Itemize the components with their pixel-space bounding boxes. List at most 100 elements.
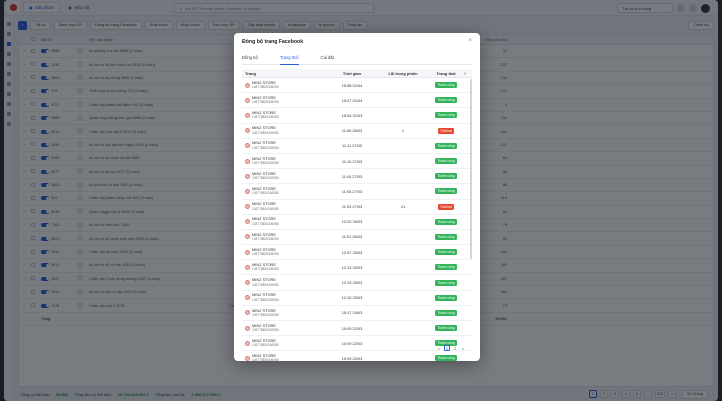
sync-page-text: MINZ STORE 108778826306988	[252, 171, 279, 181]
sync-status-cell: Thành công	[428, 142, 464, 149]
sync-row: MINZ STORE 108778826306988 11:01 26/03 Thàn…	[242, 230, 472, 246]
sync-page-id: 108778826306988	[252, 236, 279, 241]
sync-row: MINZ STORE 108778826306988 15:04 31/03 Thàn…	[242, 108, 472, 124]
sync-status-cell: Thất bại	[428, 127, 464, 134]
close-icon[interactable]: ×	[468, 38, 472, 44]
status-badge: Thành công	[435, 218, 457, 225]
sync-row: MINZ STORE 108778826306988 11:03 27/03 21 Th…	[242, 200, 472, 215]
sync-time: 11:59 28/03	[341, 128, 363, 134]
header-errors: Lỗi trong phiên	[388, 70, 418, 76]
sync-page-text: MINZ STORE 108778826306988	[252, 186, 279, 196]
sync-row: MINZ STORE 108778826306988 12:13 25/03 Thàn…	[242, 260, 472, 276]
modal-tab-0[interactable]: Đồng bộ	[242, 53, 258, 65]
status-badge: Thành công	[435, 97, 457, 104]
page-avatar-icon	[245, 143, 250, 149]
sync-status-table: Trang Thời gian Lỗi trong phiên Trạng th…	[242, 69, 472, 361]
sync-row: MINZ STORE 108778826306988 15:58 01/04 Thàn…	[242, 78, 472, 94]
sync-page-cell: MINZ STORE 108778826306988	[242, 171, 326, 181]
modal-page-0[interactable]: <	[436, 345, 442, 351]
sync-time: 15:04 31/03	[341, 112, 363, 118]
sync-table-body: MINZ STORE 108778826306988 15:58 01/04 Thàn…	[242, 78, 472, 361]
modal-tab-1[interactable]: Trạng thái	[279, 53, 299, 65]
sync-page-id: 108778826306988	[252, 221, 279, 226]
sync-page-text: MINZ STORE 108778826306988	[252, 277, 279, 287]
modal-scrollbar[interactable]	[470, 79, 472, 259]
sync-status-cell: Thành công	[428, 173, 464, 180]
sync-page-id: 108778826306988	[252, 267, 279, 272]
page-avatar-icon	[245, 234, 250, 240]
modal-tab-2[interactable]: Cài đặt	[321, 53, 334, 65]
sync-page-text: MINZ STORE 108778826306988	[252, 201, 279, 211]
sync-row: MINZ STORE 108778826306988 12:10 25/03 Thàn…	[242, 291, 472, 306]
sync-row: MINZ STORE 108778826306988 12:20 26/03 Thàn…	[242, 215, 472, 230]
modal-page-2[interactable]: 2	[452, 345, 458, 351]
sync-status-cell: Thành công	[428, 112, 464, 119]
sync-time: 10:09 22/03	[341, 325, 363, 331]
sync-status-cell: Thành công	[428, 249, 464, 256]
modal-tabs: Đồng bộ Trạng thái Cài đặt	[242, 53, 472, 65]
sync-page-cell: MINZ STORE 108778826306988	[242, 308, 326, 318]
sync-page-text: MINZ STORE 108778826306988	[252, 141, 279, 150]
sync-time: 12:10 25/03	[341, 295, 363, 301]
sync-page-id: 108778826306988	[252, 115, 279, 120]
sync-page-id: 108778826306988	[252, 343, 279, 348]
page-avatar-icon	[245, 204, 250, 210]
sync-status-cell: Thất bại	[428, 203, 464, 210]
sync-page-id: 108778826306988	[252, 100, 279, 105]
page-avatar-icon	[245, 264, 250, 270]
sync-time: 15:17 24/03	[341, 310, 363, 316]
status-badge: Thất bại	[438, 127, 454, 134]
sync-page-cell: MINZ STORE 108778826306988	[242, 80, 326, 90]
sync-page-id: 108778826306988	[252, 358, 279, 361]
header-time: Thời gian	[342, 70, 362, 76]
header-status: Trạng thái	[436, 70, 456, 76]
status-badge: Thành công	[435, 112, 457, 119]
modal-page-3[interactable]: >	[460, 345, 466, 351]
modal-page-1[interactable]: 1	[444, 345, 450, 351]
sync-page-text: MINZ STORE 108778826306988	[252, 338, 279, 348]
sync-page-text: MINZ STORE 108778826306988	[252, 353, 279, 361]
filter-icon[interactable]: ▿	[464, 71, 472, 76]
status-badge: Thành công	[435, 264, 457, 271]
sync-row: MINZ STORE 108778826306988 11:04 27/03 Thàn…	[242, 169, 472, 185]
sync-time: 12:57 25/03	[341, 249, 363, 255]
sync-page-cell: MINZ STORE 108778826306988	[242, 247, 326, 257]
sync-time: 12:13 25/03	[341, 280, 363, 286]
sync-time: 10:09 22/03	[341, 355, 363, 361]
sync-page-cell: MINZ STORE 108778826306988	[242, 156, 326, 166]
sync-status-cell: Thành công	[428, 188, 464, 195]
sync-status-cell: Thành công	[428, 279, 464, 286]
sync-page-cell: MINZ STORE 108778826306988	[242, 125, 326, 135]
sync-status-cell: Thành công	[428, 158, 464, 165]
sync-time: 11:03 27/03	[341, 204, 363, 210]
status-badge: Thành công	[435, 325, 457, 332]
status-badge: Thành công	[435, 233, 457, 240]
sync-time: 12:20 26/03	[341, 219, 363, 225]
page-avatar-icon	[245, 295, 250, 301]
page-avatar-icon	[245, 340, 250, 346]
sync-page-text: MINZ STORE 108778826306988	[252, 125, 279, 135]
page-avatar-icon	[245, 325, 250, 331]
page-avatar-icon	[245, 173, 250, 179]
sync-status-cell: Thành công	[428, 233, 464, 240]
page-avatar-icon	[245, 249, 250, 255]
sync-page-text: MINZ STORE 108778826306988	[252, 80, 279, 90]
status-badge: Thành công	[435, 309, 457, 316]
sync-page-id: 108778826306988	[252, 85, 279, 90]
sync-time: 10:09 22/03	[341, 340, 363, 346]
page-avatar-icon	[245, 219, 250, 225]
sync-status-cell: Thành công	[428, 309, 464, 316]
sync-status-cell: Thành công	[428, 82, 464, 89]
sync-page-id: 108778826306988	[252, 191, 279, 196]
sync-page-cell: MINZ STORE 108778826306988	[242, 262, 326, 272]
sync-status-cell: Thành công	[428, 218, 464, 225]
page-avatar-icon	[245, 82, 250, 88]
sync-time: 15:58 01/04	[341, 82, 363, 88]
sync-page-cell: MINZ STORE 108778826306988	[242, 353, 326, 361]
page-avatar-icon	[245, 128, 250, 134]
sync-page-text: MINZ STORE 108778826306988	[252, 110, 279, 120]
sync-time: 11:11 27/03	[342, 143, 362, 149]
page-avatar-icon	[245, 112, 250, 118]
sync-page-cell: MINZ STORE 108778826306988	[242, 201, 326, 211]
sync-page-id: 108778826306988	[252, 145, 279, 150]
